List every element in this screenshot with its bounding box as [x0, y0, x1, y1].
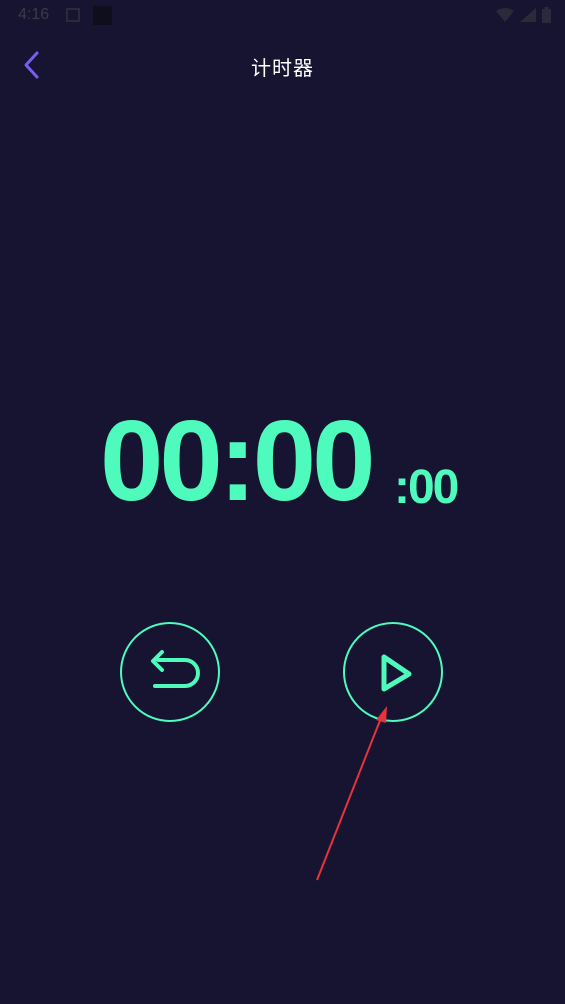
timer-minutes-seconds: 00:00: [100, 398, 376, 525]
undo-icon: [151, 650, 200, 688]
battery-icon: [542, 7, 551, 23]
timer-display: 00:00 :00: [0, 400, 565, 530]
play-icon: [381, 654, 412, 692]
notification-icon: [66, 8, 80, 22]
page-title: 计时器: [251, 58, 314, 80]
status-time: 4:16: [18, 6, 50, 23]
signal-icon: [520, 8, 536, 22]
reset-button[interactable]: [120, 622, 220, 722]
status-right-icons: [496, 5, 551, 25]
timer-screen: 4:16 计时器 00:00 :00: [0, 0, 565, 1004]
app-notification-icon: [93, 6, 112, 25]
play-button[interactable]: [343, 622, 443, 722]
status-bar: 4:16: [0, 0, 565, 32]
wifi-icon: [496, 8, 514, 22]
timer-centiseconds: :00: [394, 461, 459, 514]
